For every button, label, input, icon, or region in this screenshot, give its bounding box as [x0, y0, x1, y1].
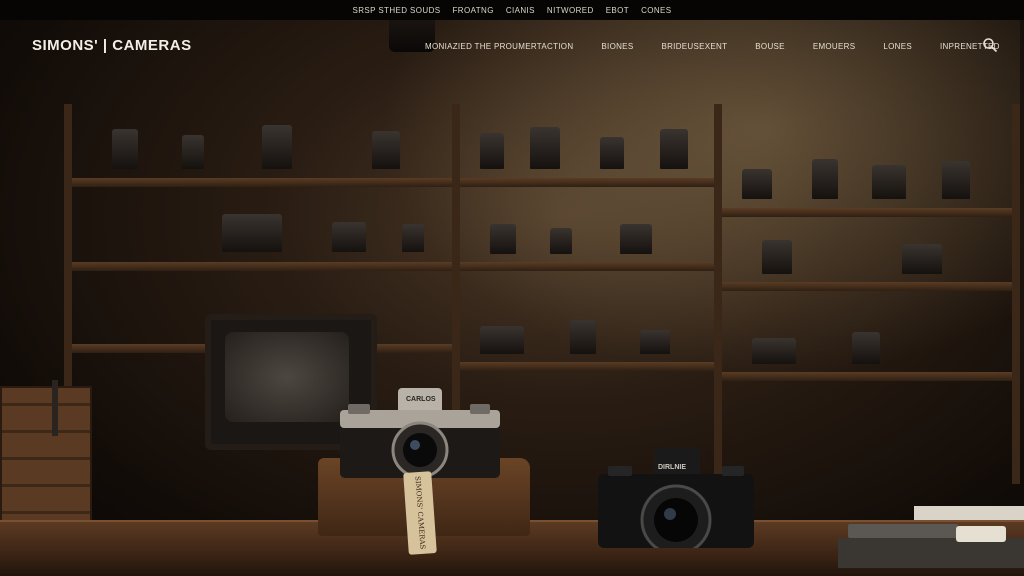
price-tag: SIMONS' CAMERAS [403, 471, 437, 555]
shelf-item [182, 135, 204, 169]
shelf-item [262, 125, 292, 169]
shelf-item [402, 224, 424, 252]
hero-scene: CARLOS DIRLNIE SIMONS' CAMERAS [0, 20, 1024, 576]
shelf-item [112, 129, 138, 169]
tool-tray [838, 506, 1024, 568]
shelf-item [762, 240, 792, 274]
shelf-item [222, 214, 282, 252]
black-camera[interactable]: DIRLNIE [598, 448, 754, 556]
top-link-6[interactable]: CONES [641, 6, 671, 15]
wooden-crate [0, 380, 92, 540]
shelf-item [530, 127, 560, 169]
top-link-2[interactable]: FROATNG [453, 6, 494, 15]
shelf-item [480, 326, 524, 354]
shelf-item [752, 338, 796, 364]
shelf-board [460, 262, 714, 271]
shelf-item [742, 169, 772, 199]
nav-menu: MONIAZIED THE PROUMERTACTION BIONES BRID… [425, 42, 1000, 51]
shelf-item [852, 332, 880, 364]
top-link-5[interactable]: EBOT [606, 6, 629, 15]
shelf-board [460, 178, 714, 187]
shelf-board [72, 262, 452, 271]
shelf-item [872, 165, 906, 199]
shelf-board [722, 208, 1012, 217]
shelf-item [902, 244, 942, 274]
black-camera-label: DIRLNIE [658, 464, 686, 471]
shelf-board [722, 372, 1012, 381]
top-link-1[interactable]: SRSP STHED SOUDS [352, 6, 440, 15]
nav-item-6[interactable]: LONES [883, 42, 912, 51]
nav-item-2[interactable]: BIONES [601, 42, 633, 51]
shelf-item [550, 228, 572, 254]
main-nav: SIMONS' | CAMERAS MONIAZIED THE PROUMERT… [0, 20, 1024, 74]
shelf-item [570, 320, 596, 354]
shelf-item [812, 159, 838, 199]
tools-icon [838, 506, 1024, 568]
top-link-4[interactable]: NITWORED [547, 6, 594, 15]
shelf-item [332, 222, 366, 252]
top-strip: SRSP STHED SOUDS FROATNG CIANIS NITWORED… [0, 0, 1024, 20]
shelf-item [480, 133, 504, 169]
top-link-3[interactable]: CIANIS [506, 6, 535, 15]
shelf-item [372, 131, 400, 169]
shelf-item [660, 129, 688, 169]
crate-latch [52, 380, 58, 436]
shelf-board [722, 282, 1012, 291]
silver-camera[interactable]: CARLOS [340, 388, 500, 479]
nav-item-5[interactable]: EMOUERS [813, 42, 856, 51]
shelf-item [620, 224, 652, 254]
monitor-screen [225, 332, 349, 422]
shelf-board [460, 362, 714, 371]
nav-item-3[interactable]: BRIDEUSEXENT [661, 42, 727, 51]
site-logo[interactable]: SIMONS' | CAMERAS [32, 37, 192, 54]
nav-item-4[interactable]: BOUSE [755, 42, 785, 51]
shelf-item [490, 224, 516, 254]
nav-item-1[interactable]: MONIAZIED THE PROUMERTACTION [425, 42, 573, 51]
shelf-board [72, 178, 452, 187]
search-icon[interactable] [982, 37, 998, 53]
shelf-item [942, 161, 970, 199]
shelf-unit-right [714, 104, 1020, 484]
black-camera-icon [598, 448, 754, 556]
shelf-item [600, 137, 624, 169]
shelf-item [640, 330, 670, 354]
silver-camera-label: CARLOS [406, 396, 436, 403]
